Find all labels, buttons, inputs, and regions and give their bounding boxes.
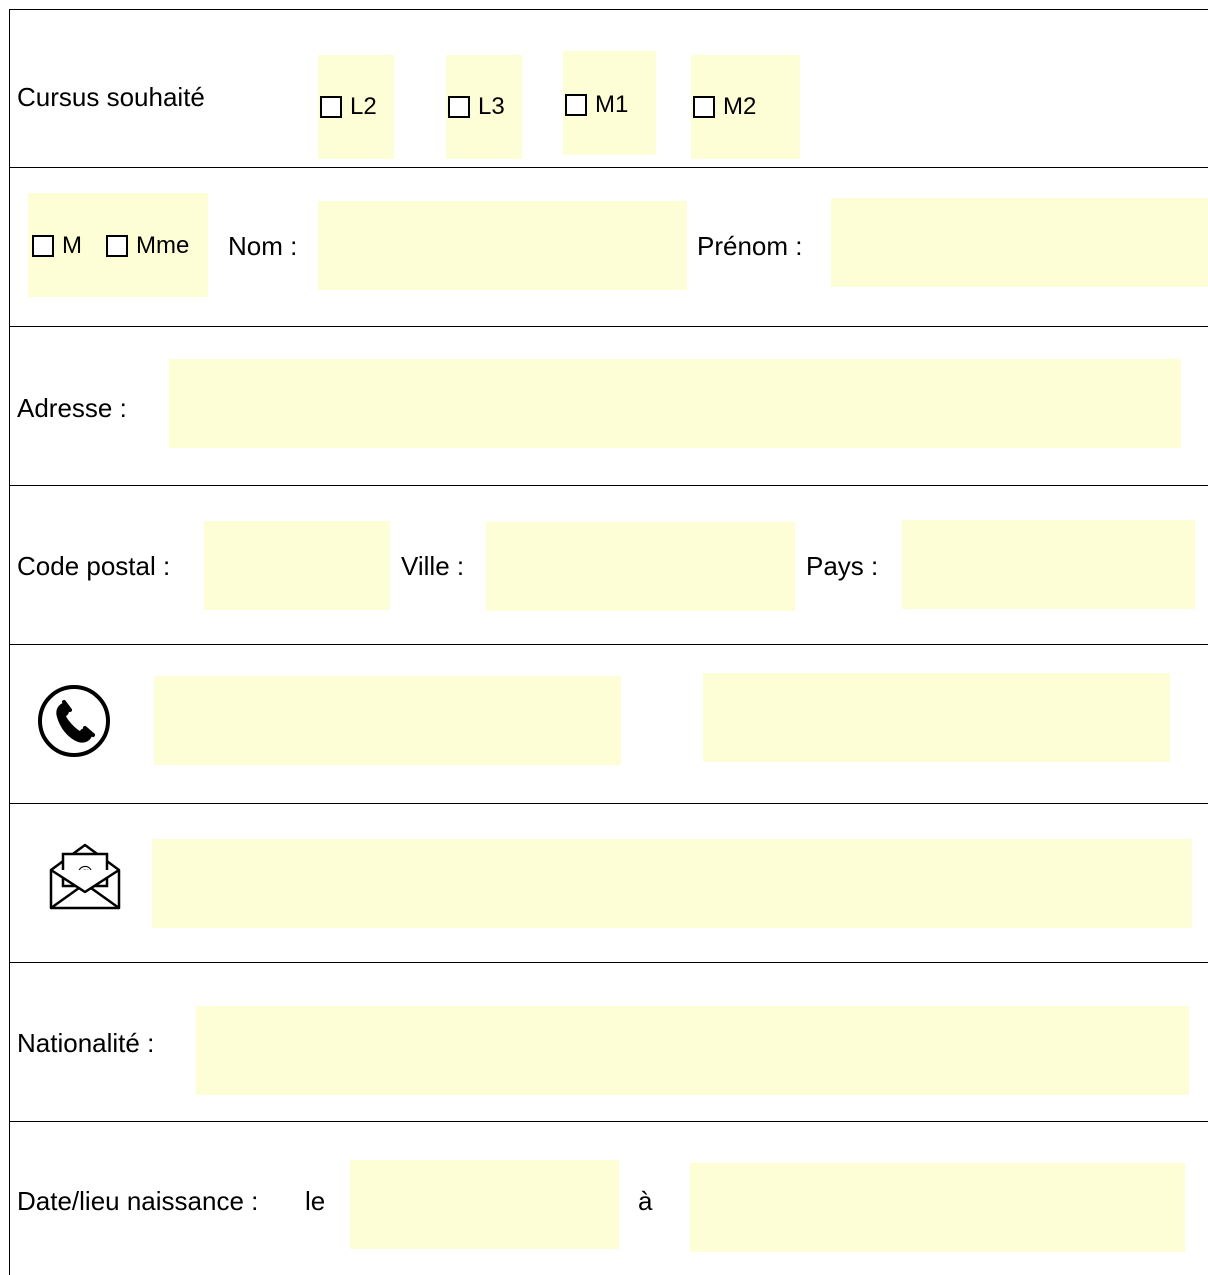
code-postal-label: Code postal :: [17, 551, 171, 581]
row-divider: [9, 962, 1208, 963]
row-divider: [9, 167, 1208, 168]
nationalite-label: Nationalité :: [17, 1028, 155, 1058]
cursus-option-m1[interactable]: M1: [563, 51, 656, 155]
naissance-le-label: le: [305, 1186, 326, 1216]
pays-field[interactable]: [902, 520, 1195, 609]
pays-label: Pays :: [806, 551, 879, 581]
naissance-date-field[interactable]: [350, 1160, 619, 1249]
civility-mme-label: Mme: [136, 232, 190, 259]
ville-field[interactable]: [486, 522, 795, 611]
cursus-option-l2[interactable]: L2: [318, 55, 394, 159]
row-divider: [9, 1121, 1208, 1122]
civility-m-label: M: [62, 232, 82, 259]
form-left-border: [9, 9, 10, 1275]
naissance-a-label: à: [638, 1186, 653, 1216]
cursus-option-l3[interactable]: L3: [446, 55, 522, 159]
naissance-lieu-field[interactable]: [690, 1163, 1185, 1252]
l2-checkbox[interactable]: [320, 96, 342, 118]
row-divider: [9, 644, 1208, 645]
civility-mme-checkbox[interactable]: [106, 235, 128, 257]
code-postal-field[interactable]: [204, 521, 390, 610]
phone-field-1[interactable]: [154, 676, 621, 765]
form-top-border: [9, 9, 1208, 10]
phone-icon: [36, 683, 112, 759]
ville-label: Ville :: [401, 551, 465, 581]
cursus-label: Cursus souhaité: [17, 82, 205, 112]
nationalite-field[interactable]: [196, 1006, 1189, 1095]
row-divider: [9, 326, 1208, 327]
nom-field[interactable]: [318, 201, 687, 290]
l2-label: L2: [350, 93, 377, 120]
prenom-label: Prénom :: [697, 231, 803, 261]
nom-label: Nom :: [228, 231, 298, 261]
prenom-field[interactable]: [831, 198, 1208, 287]
row-divider: [9, 485, 1208, 486]
cursus-option-m2[interactable]: M2: [691, 55, 800, 159]
m1-label: M1: [595, 91, 629, 118]
m2-label: M2: [723, 93, 757, 120]
row-divider: [9, 803, 1208, 804]
adresse-label: Adresse :: [17, 393, 127, 423]
email-field[interactable]: [152, 839, 1192, 928]
l3-label: L3: [478, 93, 505, 120]
naissance-label: Date/lieu naissance :: [17, 1186, 259, 1216]
adresse-field[interactable]: [169, 359, 1181, 448]
email-envelope-icon: @: [49, 840, 121, 910]
m2-checkbox[interactable]: [693, 96, 715, 118]
phone-field-2[interactable]: [703, 673, 1170, 762]
l3-checkbox[interactable]: [448, 96, 470, 118]
m1-checkbox[interactable]: [565, 94, 587, 116]
civility-m-checkbox[interactable]: [32, 235, 54, 257]
civility-zone: M Mme: [28, 193, 208, 297]
